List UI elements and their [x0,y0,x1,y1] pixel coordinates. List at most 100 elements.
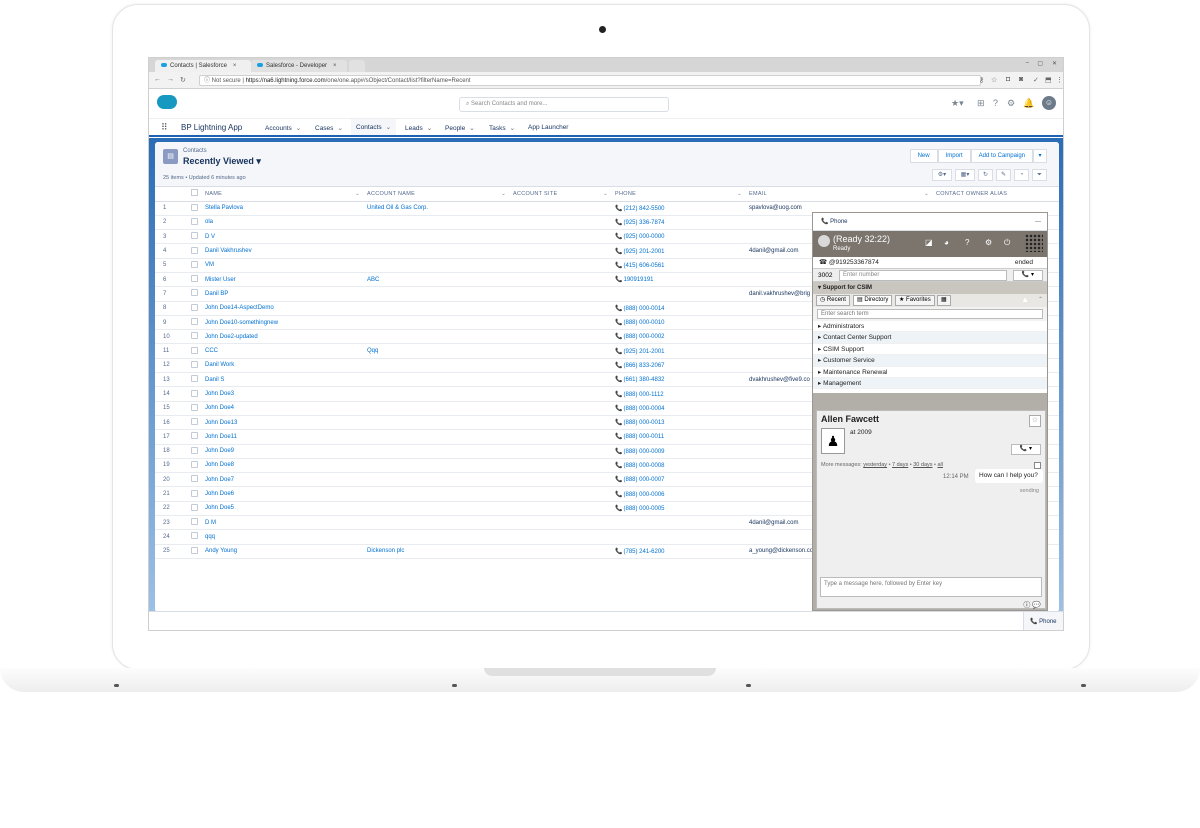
phone-link[interactable]: (925) 336-7874 [623,220,664,226]
row-checkbox[interactable] [188,272,202,288]
column-header-name[interactable]: NAME ⌄ [202,187,364,202]
help-icon[interactable]: ? [993,98,998,108]
contact-name-link[interactable]: Mister User [205,277,236,283]
contact-name-link[interactable]: John Doe9 [205,448,234,454]
close-window-icon[interactable]: ✕ [1052,60,1057,67]
contact-name-link[interactable]: John Doe4 [205,405,234,411]
gear-icon[interactable]: ⚙ [985,238,992,247]
column-header-account-name[interactable]: ACCOUNT NAME ⌄ [364,187,510,202]
account-link[interactable]: Qqq [367,348,378,354]
phone-link[interactable]: (888) 000-0006 [623,492,664,498]
tab-recent[interactable]: ◷ Recent [816,295,850,306]
row-checkbox[interactable] [188,486,202,502]
phone-link[interactable]: (888) 000-0013 [623,420,664,426]
contact-name-link[interactable]: Danil Vakhrushev [205,248,252,254]
chevron-down-icon[interactable]: ⌄ [355,191,360,197]
row-checkbox[interactable] [188,229,202,245]
new-tab-button[interactable] [349,60,365,72]
row-checkbox[interactable] [188,301,202,316]
import-button[interactable]: Import [937,149,971,163]
phone-link[interactable]: (866) 833-2067 [623,363,664,369]
directory-item[interactable]: ▸ Maintenance Renewal [813,367,1047,378]
chevron-down-icon[interactable]: ⌄ [296,125,301,132]
link-all[interactable]: all [937,462,943,468]
contact-name-link[interactable]: John Doe8 [205,462,234,468]
row-checkbox[interactable] [188,201,202,216]
forward-icon[interactable]: → [167,76,174,83]
directory-item[interactable]: ▸ CSIM Support [813,344,1047,356]
link-30-days[interactable]: 30 days [913,462,932,468]
phone-link[interactable]: (888) 000-0010 [623,320,664,326]
row-checkbox[interactable] [188,258,202,273]
star-icon[interactable]: ☆ [991,76,997,84]
chevron-down-icon[interactable]: ⌄ [737,191,742,197]
contact-name-link[interactable]: CCC [205,348,218,354]
column-header-phone[interactable]: PHONE ⌄ [612,187,746,202]
row-checkbox[interactable] [188,472,202,488]
report-icon[interactable]: ◪ [925,238,933,247]
phone-link[interactable]: (212) 842-5500 [623,206,664,212]
contact-name-link[interactable]: VM [205,262,214,268]
row-checkbox[interactable] [188,329,202,345]
charts-icon[interactable]: ◔ [1014,169,1029,181]
app-launcher-grid-icon[interactable]: ⠿ [161,123,168,132]
row-checkbox[interactable] [188,415,202,431]
phone-link[interactable]: (888) 000-1112 [623,392,663,398]
row-checkbox[interactable] [188,529,202,545]
collapse-up-icon[interactable]: ▲ [1021,295,1029,304]
agent-status[interactable]: (Ready 32:22) [833,234,890,244]
chevron-down-icon[interactable]: ⌄ [510,125,515,132]
contact-name-link[interactable]: John Doe5 [205,505,234,511]
help-icon[interactable]: ? [965,238,969,247]
chevron-down-icon[interactable]: ⌄ [603,191,608,197]
gear-icon[interactable]: ⚙ [1007,98,1015,109]
minimize-icon[interactable]: — [1035,213,1041,231]
row-checkbox[interactable] [188,243,202,259]
directory-item[interactable]: ▸ Administrators [813,321,1047,333]
contact-name-link[interactable]: John Doe11 [205,434,237,440]
add-icon[interactable]: ⊞ [977,98,985,109]
account-link[interactable]: Dickenson plc [367,548,404,554]
row-checkbox[interactable] [188,544,202,559]
contact-call-button[interactable]: 📞 ▾ [1011,444,1041,455]
maximize-icon[interactable]: ▢ [1037,60,1043,67]
call-button[interactable]: 📞 ▾ [1013,270,1043,281]
section-header[interactable]: ▾ Support for CSIM [813,282,1047,294]
contact-name-link[interactable]: D M [205,520,216,526]
add-to-campaign-button[interactable]: Add to Campaign [970,149,1033,163]
favorites-star-icon[interactable]: ★▾ [951,98,964,109]
extension-icon[interactable]: ◙ [1019,76,1023,83]
select-all-checkbox[interactable] [188,187,202,202]
message-compose-input[interactable]: Type a message here, followed by Enter k… [820,577,1042,597]
phone-link[interactable]: (888) 000-0004 [623,406,664,412]
resize-icon[interactable]: ⌃ [1038,296,1043,303]
link-yesterday[interactable]: yesterday [863,462,887,468]
agent-avatar-icon[interactable] [818,235,830,247]
global-search-input[interactable]: ⌕ Search Contacts and more... [459,97,669,112]
contact-name-link[interactable]: qqq [205,534,215,540]
contact-name-link[interactable]: John Doe3 [205,391,234,397]
contact-name-link[interactable]: John Doe6 [205,491,234,497]
phone-link[interactable]: (925) 201-2001 [623,349,664,355]
contact-name-link[interactable]: John Doe13 [205,420,237,426]
directory-item[interactable]: ▸ Customer Service [813,355,1047,367]
extension-shield-icon[interactable]: ◘ [1006,76,1010,83]
chevron-down-icon[interactable]: ⌄ [469,125,474,132]
extension-icon[interactable]: ⬒ [1045,76,1052,84]
close-icon[interactable]: × [233,63,237,69]
row-checkbox[interactable] [188,215,202,231]
contact-name-link[interactable]: Danil S [205,377,224,383]
phone-link[interactable]: (888) 000-0014 [623,306,664,312]
contact-name-link[interactable]: John Doe14-AspectDemo [205,305,274,311]
nav-item-leads[interactable]: Leads ⌄ [405,124,432,132]
chevron-down-icon[interactable]: ⌄ [386,124,391,131]
chevron-down-icon[interactable]: ⌄ [427,125,432,132]
contact-name-link[interactable]: Danil BP [205,291,228,297]
row-checkbox[interactable] [188,401,202,416]
nav-item-tasks[interactable]: Tasks ⌄ [489,124,515,132]
nav-item-app-launcher[interactable]: App Launcher [528,124,568,131]
phone-link[interactable]: (925) 201-2001 [623,249,664,255]
expand-icon[interactable] [1034,462,1041,469]
info-emoji-icon[interactable]: ⓘ 💬 [1023,600,1041,610]
close-icon[interactable]: × [333,63,337,69]
